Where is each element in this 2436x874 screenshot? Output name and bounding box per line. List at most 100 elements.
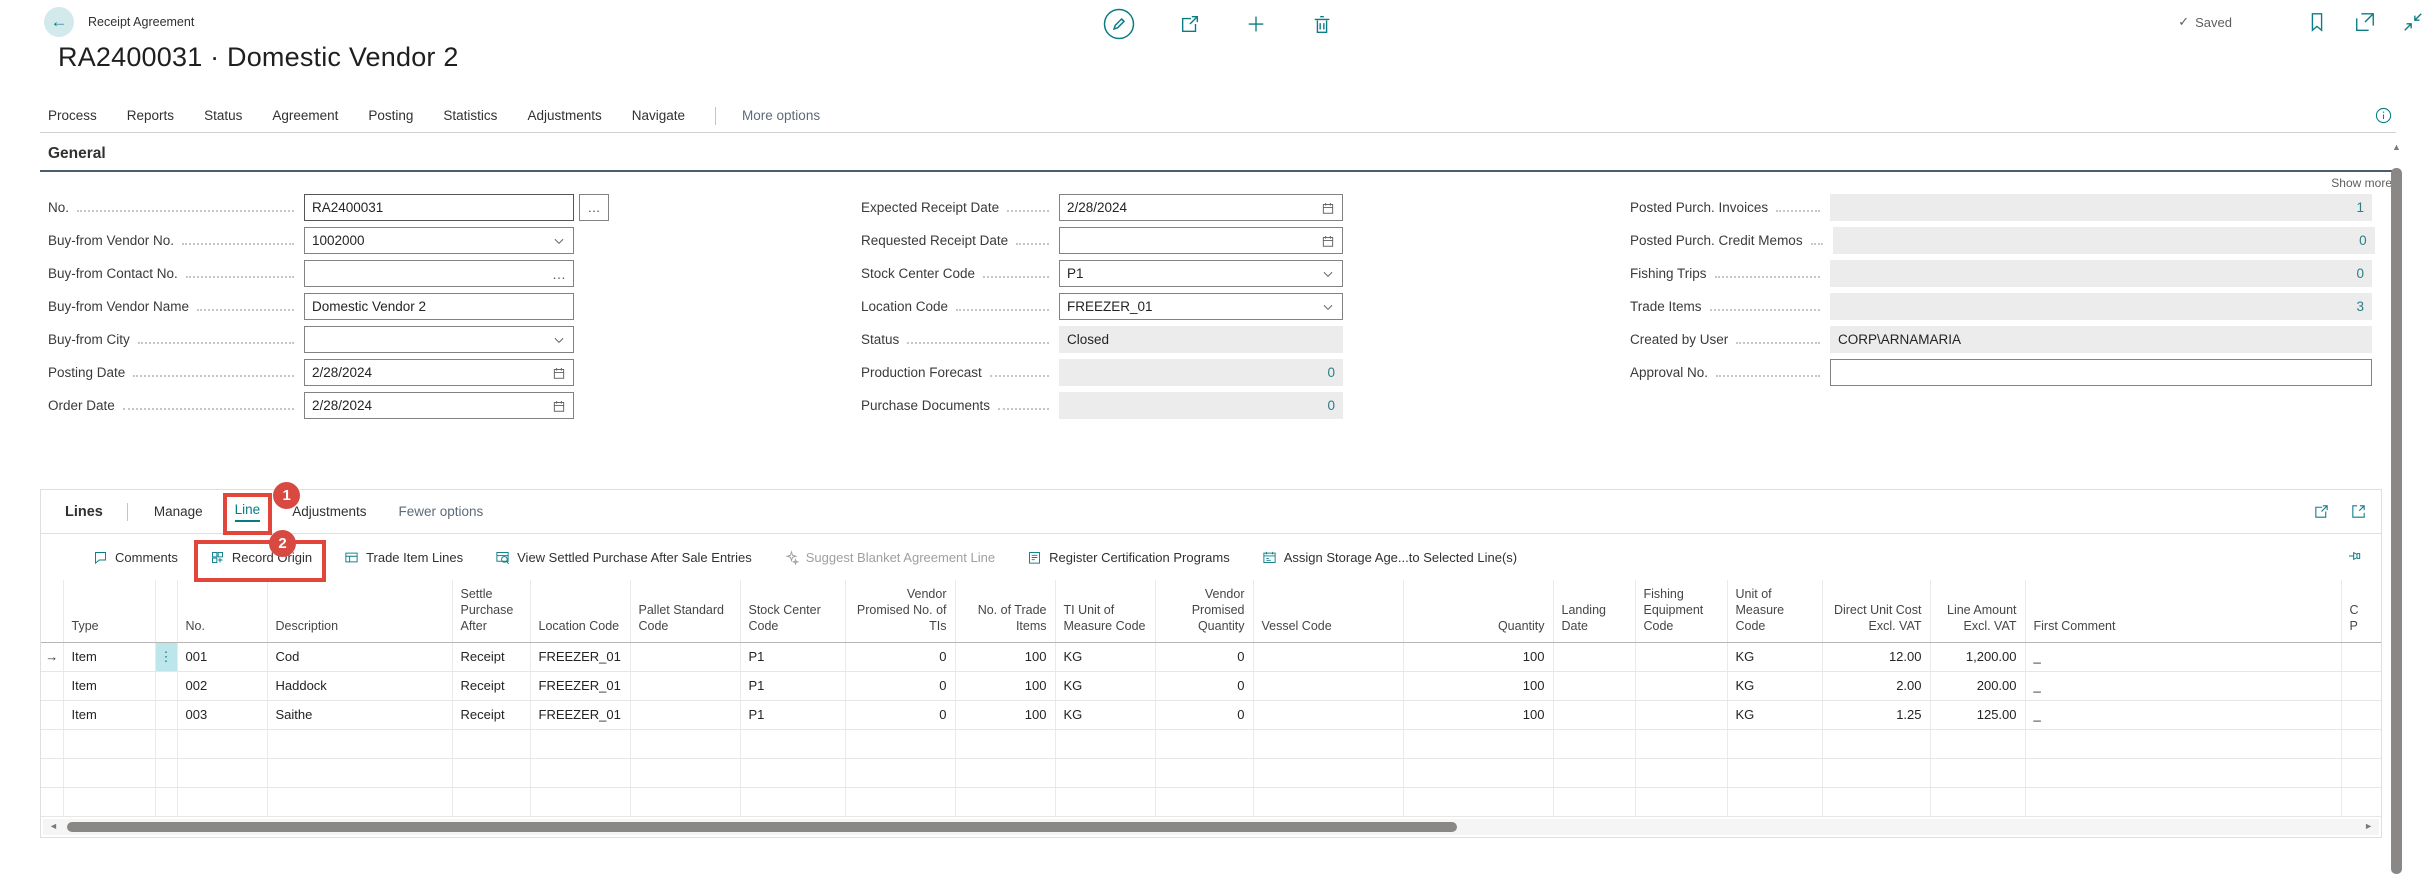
cell-first-comment[interactable]: _ xyxy=(2025,642,2341,671)
fishing-trips-field[interactable]: 0 xyxy=(1830,260,2372,287)
bookmark-icon[interactable] xyxy=(2306,11,2328,33)
posted-purch-invoices-field[interactable]: 1 xyxy=(1830,194,2372,221)
cell-cut-off[interactable] xyxy=(2341,700,2381,729)
column-vendor-promised-no-of-tls[interactable]: Vendor Promised No. of TIs xyxy=(845,580,955,642)
calendar-icon[interactable] xyxy=(552,366,566,380)
cell-description[interactable]: Haddock xyxy=(267,671,452,700)
cell-settle[interactable]: Receipt xyxy=(452,671,530,700)
edit-button-icon[interactable] xyxy=(1103,8,1135,40)
column-no-of-trade-items[interactable]: No. of Trade Items xyxy=(955,580,1055,642)
cell-fishing-code[interactable] xyxy=(1635,671,1727,700)
menu-process[interactable]: Process xyxy=(48,108,97,123)
trade-items-field[interactable]: 3 xyxy=(1830,293,2372,320)
tab-adjustments[interactable]: Adjustments xyxy=(292,504,366,519)
cell-pallet[interactable] xyxy=(630,642,740,671)
column-type[interactable]: Type xyxy=(63,580,155,642)
trade-item-lines-button[interactable]: Trade Item Lines xyxy=(344,550,463,565)
cell-vessel[interactable] xyxy=(1253,700,1403,729)
column-ti-unit-of-measure-code[interactable]: TI Unit of Measure Code xyxy=(1055,580,1155,642)
location-code-field[interactable]: FREEZER_01 xyxy=(1059,293,1343,320)
menu-status[interactable]: Status xyxy=(204,108,242,123)
horizontal-scrollbar[interactable]: ◄ ► xyxy=(43,819,2379,835)
ellipsis-icon[interactable]: … xyxy=(552,269,566,279)
column-fishing-equipment-code[interactable]: Fishing Equipment Code xyxy=(1635,580,1727,642)
buy-from-contact-no-field[interactable]: … xyxy=(304,260,574,287)
cell-cut-off[interactable] xyxy=(2341,642,2381,671)
vertical-scrollbar-thumb[interactable] xyxy=(2391,168,2402,874)
cell-first-comment[interactable]: _ xyxy=(2025,700,2341,729)
cell-landing-date[interactable] xyxy=(1553,671,1635,700)
cell-promised-qty[interactable]: 0 xyxy=(1155,671,1253,700)
cell-no[interactable]: 003 xyxy=(177,700,267,729)
cell-vessel[interactable] xyxy=(1253,671,1403,700)
chevron-down-icon[interactable] xyxy=(552,333,566,347)
cell-fishing-code[interactable] xyxy=(1635,700,1727,729)
column-vessel-code[interactable]: Vessel Code xyxy=(1253,580,1403,642)
register-certification-programs-button[interactable]: Register Certification Programs xyxy=(1027,550,1230,565)
menu-navigate[interactable]: Navigate xyxy=(632,108,685,123)
cell-trade-items[interactable]: 100 xyxy=(955,700,1055,729)
cell-trade-items[interactable]: 100 xyxy=(955,642,1055,671)
row-menu-button[interactable] xyxy=(155,671,177,700)
pin-part-button[interactable] xyxy=(2347,548,2363,567)
chevron-down-icon[interactable] xyxy=(552,234,566,248)
cell-uom[interactable]: KG xyxy=(1727,700,1822,729)
cell-first-comment[interactable]: _ xyxy=(2025,671,2341,700)
no-field[interactable]: RA2400031 … xyxy=(304,194,574,221)
cell-stock[interactable]: P1 xyxy=(740,671,845,700)
empty-row[interactable] xyxy=(41,787,2381,816)
cell-no[interactable]: 001 xyxy=(177,642,267,671)
cell-line-amount[interactable]: 125.00 xyxy=(1930,700,2025,729)
cell-promised-qty[interactable]: 0 xyxy=(1155,700,1253,729)
cell-pallet[interactable] xyxy=(630,700,740,729)
share-icon[interactable] xyxy=(2313,503,2330,520)
calendar-icon[interactable] xyxy=(1321,234,1335,248)
buy-from-city-field[interactable] xyxy=(304,326,574,353)
new-plus-icon[interactable] xyxy=(1245,13,1267,35)
table-row[interactable]: → Item ⋮ 001 Cod Receipt FREEZER_01 P1 0… xyxy=(41,642,2381,671)
cell-uom[interactable]: KG xyxy=(1727,671,1822,700)
tab-line[interactable]: Line 1 xyxy=(235,502,261,522)
column-unit-of-measure-code[interactable]: Unit of Measure Code xyxy=(1727,580,1822,642)
cell-vessel[interactable] xyxy=(1253,642,1403,671)
column-first-comment[interactable]: First Comment xyxy=(2025,580,2341,642)
cell-landing-date[interactable] xyxy=(1553,642,1635,671)
cell-promised-tls[interactable]: 0 xyxy=(845,671,955,700)
chevron-down-icon[interactable] xyxy=(1321,300,1335,314)
more-options[interactable]: More options xyxy=(742,108,820,123)
cell-promised-tls[interactable]: 0 xyxy=(845,700,955,729)
cell-settle[interactable]: Receipt xyxy=(452,700,530,729)
share-icon[interactable] xyxy=(1179,13,1201,35)
buy-from-vendor-no-field[interactable]: 1002000 xyxy=(304,227,574,254)
expected-receipt-date-field[interactable]: 2/28/2024 xyxy=(1059,194,1343,221)
tab-manage[interactable]: Manage xyxy=(154,504,203,519)
cell-fishing-code[interactable] xyxy=(1635,642,1727,671)
approval-no-field[interactable] xyxy=(1830,359,2372,386)
menu-adjustments[interactable]: Adjustments xyxy=(527,108,601,123)
delete-trash-icon[interactable] xyxy=(1311,13,1333,35)
buy-from-vendor-name-field[interactable]: Domestic Vendor 2 xyxy=(304,293,574,320)
comments-button[interactable]: Comments xyxy=(93,550,178,565)
row-menu-button[interactable]: ⋮ xyxy=(155,642,177,671)
cell-quantity[interactable]: 100 xyxy=(1403,642,1553,671)
cell-uom[interactable]: KG xyxy=(1727,642,1822,671)
column-landing-date[interactable]: Landing Date xyxy=(1553,580,1635,642)
chevron-down-icon[interactable] xyxy=(1321,267,1335,281)
posted-purch-credit-memos-field[interactable]: 0 xyxy=(1833,227,2375,254)
back-button[interactable]: ← xyxy=(44,7,74,37)
cell-quantity[interactable]: 100 xyxy=(1403,700,1553,729)
record-origin-button[interactable]: Record Origin 2 xyxy=(210,550,312,565)
cell-stock[interactable]: P1 xyxy=(740,700,845,729)
stock-center-code-field[interactable]: P1 xyxy=(1059,260,1343,287)
cell-location[interactable]: FREEZER_01 xyxy=(530,671,630,700)
collapse-icon[interactable] xyxy=(2402,11,2424,33)
menu-reports[interactable]: Reports xyxy=(127,108,174,123)
cell-location[interactable]: FREEZER_01 xyxy=(530,642,630,671)
cell-cut-off[interactable] xyxy=(2341,671,2381,700)
order-date-field[interactable]: 2/28/2024 xyxy=(304,392,574,419)
cell-settle[interactable]: Receipt xyxy=(452,642,530,671)
column-location-code[interactable]: Location Code xyxy=(530,580,630,642)
cell-quantity[interactable]: 100 xyxy=(1403,671,1553,700)
open-in-window-icon[interactable] xyxy=(2354,11,2376,33)
expand-icon[interactable] xyxy=(2350,503,2367,520)
